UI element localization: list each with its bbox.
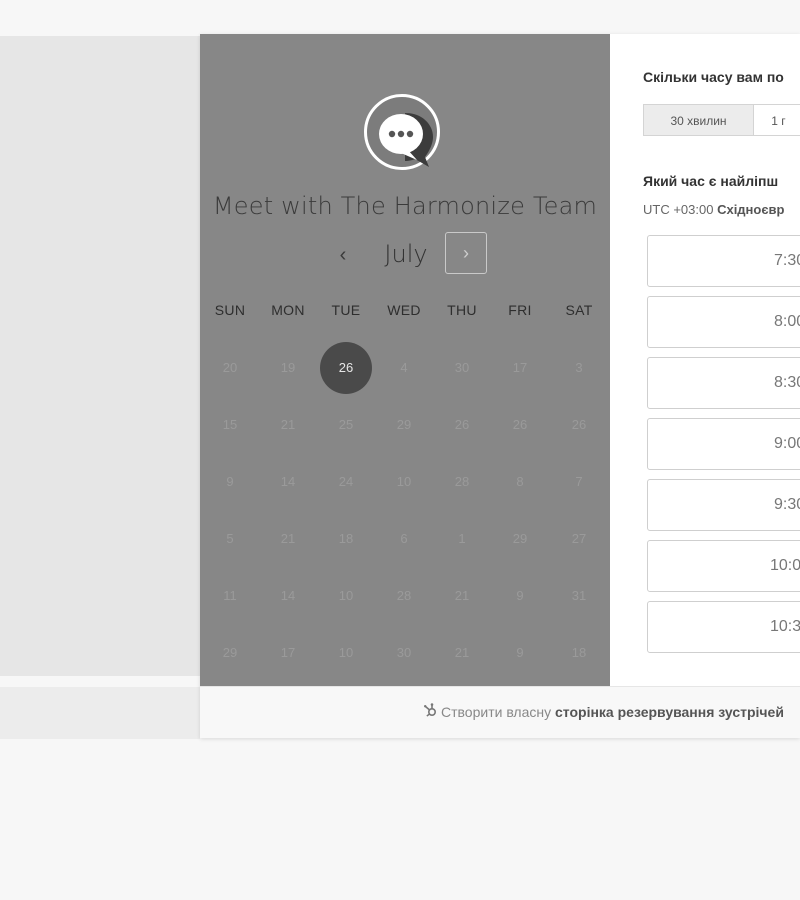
month-label: July <box>384 240 428 268</box>
page-backdrop-bottom <box>0 687 200 739</box>
time-slot-button[interactable]: 10:00 <box>647 540 800 592</box>
day-cell[interactable]: 20 <box>204 342 256 394</box>
footer-text: Створити власну <box>441 704 552 720</box>
weekday-label: SUN <box>214 302 246 318</box>
day-cell[interactable]: 18 <box>553 627 605 679</box>
day-cell[interactable]: 21 <box>262 399 314 451</box>
day-cell[interactable]: 28 <box>378 570 430 622</box>
day-cell[interactable]: 9 <box>494 627 546 679</box>
time-slot-button[interactable]: 10:30 <box>647 601 800 653</box>
time-slot-button[interactable]: 9:30 <box>647 479 800 531</box>
day-cell[interactable]: 15 <box>204 399 256 451</box>
time-slot-button[interactable]: 8:00 <box>647 296 800 348</box>
weekday-label: MON <box>271 302 305 318</box>
hubspot-sprocket-icon <box>423 703 437 720</box>
time-slot-label: 9:00 <box>774 435 800 452</box>
chat-bubble-avatar-icon <box>364 94 440 170</box>
meeting-title: Meet with The Harmonize Team <box>212 192 598 220</box>
day-cell[interactable]: 14 <box>262 570 314 622</box>
day-cell[interactable]: 29 <box>204 627 256 679</box>
day-cell[interactable]: 10 <box>320 570 372 622</box>
day-cell[interactable]: 31 <box>553 570 605 622</box>
duration-tabs: 30 хвилин 1 г <box>643 104 800 136</box>
timezone-name: Східноєвр <box>717 202 785 217</box>
day-cell[interactable]: 7 <box>553 456 605 508</box>
day-cell[interactable]: 11 <box>204 570 256 622</box>
weekday-label: WED <box>387 302 421 318</box>
page-backdrop <box>0 36 200 676</box>
day-cell[interactable]: 30 <box>436 342 488 394</box>
footer-link[interactable]: сторінка резервування зустрічей <box>555 704 784 720</box>
footer-create-link[interactable]: Створити власну сторінка резервування зу… <box>423 703 784 720</box>
time-slot-label: 7:30 <box>774 252 800 269</box>
month-navigation: ‹ July › <box>200 232 610 278</box>
day-cell[interactable]: 9 <box>494 570 546 622</box>
scheduler-panel: Скільки часу вам по 30 хвилин 1 г Який ч… <box>610 34 800 686</box>
day-cell[interactable]: 19 <box>262 342 314 394</box>
weekday-label: TUE <box>331 302 361 318</box>
day-cell[interactable]: 21 <box>436 570 488 622</box>
day-cell[interactable]: 14 <box>262 456 314 508</box>
day-cell-selected[interactable]: 26 <box>320 342 372 394</box>
weekday-label: FRI <box>508 302 532 318</box>
day-cell[interactable]: 1 <box>436 513 488 565</box>
day-cell[interactable]: 30 <box>378 627 430 679</box>
day-cell[interactable]: 17 <box>262 627 314 679</box>
day-cell[interactable]: 25 <box>320 399 372 451</box>
time-slot-label: 8:00 <box>774 313 800 330</box>
day-cell[interactable]: 27 <box>553 513 605 565</box>
day-cell[interactable]: 8 <box>494 456 546 508</box>
timezone-line[interactable]: UTC +03:00 Східноєвр <box>643 202 784 217</box>
duration-30-button[interactable]: 30 хвилин <box>643 104 754 136</box>
time-slot-label: 8:30 <box>774 374 800 391</box>
duration-1h-button[interactable]: 1 г <box>753 104 800 136</box>
duration-question: Скільки часу вам по <box>643 69 784 85</box>
day-cell[interactable]: 21 <box>262 513 314 565</box>
footer-bar: Створити власну сторінка резервування зу… <box>200 686 800 738</box>
weekday-label: SAT <box>565 302 593 318</box>
weekday-label: THU <box>447 302 477 318</box>
day-cell[interactable]: 28 <box>436 456 488 508</box>
weekday-header: SUN MON TUE WED THU FRI SAT <box>200 302 610 324</box>
time-slot-label: 10:30 <box>770 618 800 635</box>
calendar-panel: Meet with The Harmonize Team ‹ July › SU… <box>200 34 610 686</box>
day-cell[interactable]: 17 <box>494 342 546 394</box>
day-cell[interactable]: 5 <box>204 513 256 565</box>
day-cell[interactable]: 3 <box>553 342 605 394</box>
time-slot-label: 10:00 <box>770 557 800 574</box>
day-cell[interactable]: 26 <box>494 399 546 451</box>
day-cell[interactable]: 4 <box>378 342 430 394</box>
day-cell[interactable]: 21 <box>436 627 488 679</box>
day-cell[interactable]: 24 <box>320 456 372 508</box>
day-cell[interactable]: 26 <box>553 399 605 451</box>
time-slot-button[interactable]: 7:30 <box>647 235 800 287</box>
next-month-button[interactable]: › <box>445 232 487 274</box>
day-cell[interactable]: 10 <box>378 456 430 508</box>
day-cell[interactable]: 9 <box>204 456 256 508</box>
day-cell[interactable]: 26 <box>436 399 488 451</box>
time-slot-button[interactable]: 9:00 <box>647 418 800 470</box>
timezone-offset: UTC +03:00 <box>643 202 714 217</box>
prev-month-button[interactable]: ‹ <box>328 242 358 268</box>
day-cell[interactable]: 18 <box>320 513 372 565</box>
time-slot-button[interactable]: 8:30 <box>647 357 800 409</box>
day-cell[interactable]: 6 <box>378 513 430 565</box>
time-slot-label: 9:30 <box>774 496 800 513</box>
day-cell[interactable]: 29 <box>378 399 430 451</box>
time-question: Який час є найліпш <box>643 173 779 189</box>
meetings-widget: Meet with The Harmonize Team ‹ July › SU… <box>200 34 800 738</box>
day-cell[interactable]: 10 <box>320 627 372 679</box>
day-cell[interactable]: 29 <box>494 513 546 565</box>
